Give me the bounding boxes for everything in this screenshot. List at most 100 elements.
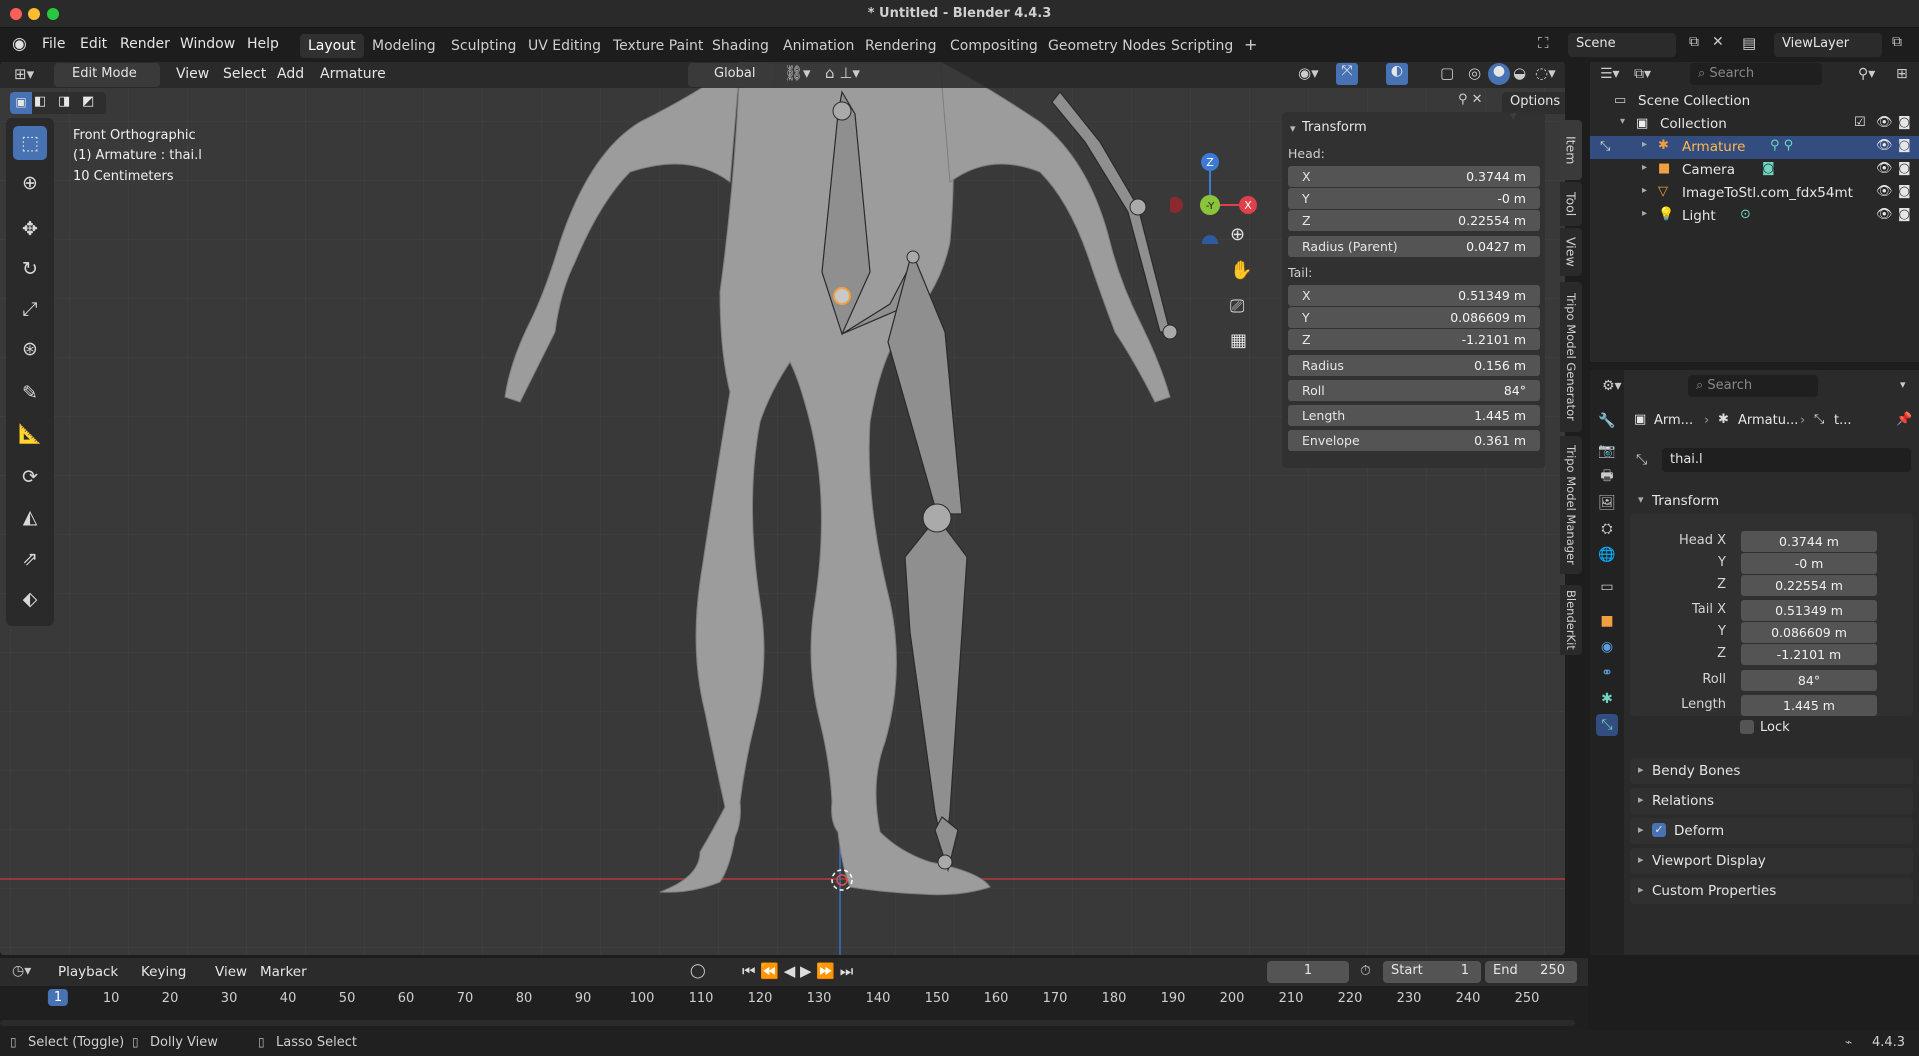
render-properties-icon[interactable]: 📷 [1596, 440, 1618, 462]
sidebar-tab-view[interactable]: View [1560, 228, 1582, 276]
measure-tool-icon[interactable]: 📐 [13, 416, 47, 450]
scale-tool-icon[interactable]: ⤢ [13, 292, 47, 326]
render-camera-icon[interactable]: ◙ [1898, 138, 1911, 153]
workspace-tab-texture-paint[interactable]: Texture Paint [605, 34, 711, 58]
playback-controls-icon[interactable]: ⏮ ⏪ ◀ ▶ ⏩ ⏭ [742, 962, 853, 980]
tail-y-field[interactable]: Y 0.086609 m [1288, 307, 1540, 328]
tool-properties-icon[interactable]: 🔧 [1596, 410, 1618, 432]
sidebar-tab-blenderkit[interactable]: BlenderKit [1560, 585, 1582, 655]
current-frame-input[interactable]: 1 [1267, 961, 1349, 983]
toggle-ortho-grid-icon[interactable]: ▦ [1230, 330, 1247, 351]
filter-icon[interactable]: ⚲▾ [1858, 66, 1875, 82]
visibility-eye-icon[interactable]: 👁 [1876, 161, 1893, 176]
roll-field[interactable]: Roll 84° [1288, 380, 1540, 401]
bone-size-tool-icon[interactable]: ◭ [13, 500, 47, 534]
expand-arrow-icon[interactable]: ▸ [1642, 208, 1647, 219]
scene-collection-row[interactable]: ▭ Scene Collection [1590, 90, 1919, 113]
collapse-arrow-icon[interactable]: ▾ [1290, 122, 1296, 135]
workspace-tab-sculpting[interactable]: Sculpting [443, 34, 524, 58]
visibility-icon[interactable]: ◉▾ [1298, 64, 1319, 82]
visibility-eye-icon[interactable]: 👁 [1876, 138, 1893, 153]
timeline-scrollbar[interactable] [0, 1020, 1575, 1026]
render-camera-icon[interactable]: ◙ [1898, 207, 1911, 222]
new-scene-icon[interactable]: ⧉ [1689, 34, 1699, 50]
bone-properties-icon[interactable]: ⤡ [1596, 714, 1618, 736]
menu-window[interactable]: Window [180, 36, 235, 52]
render-camera-icon[interactable]: ◙ [1898, 184, 1911, 199]
outliner-editor-type-icon[interactable]: ☰▾ [1600, 66, 1620, 82]
blender-logo-icon[interactable]: ◉ [12, 34, 27, 54]
workspace-tab-uv-editing[interactable]: UV Editing [520, 34, 609, 58]
custom-properties-panel-header[interactable]: ▸ Custom Properties [1630, 878, 1913, 904]
transform-tool-icon[interactable]: ⊛ [13, 332, 47, 366]
expand-arrow-icon[interactable]: ▸ [1642, 162, 1647, 173]
world-properties-icon[interactable]: 🌐 [1596, 544, 1618, 566]
options-dropdown[interactable]: Options ▾ [1502, 92, 1565, 124]
snap-icon[interactable]: ⌂ ⊥▾ [825, 64, 860, 82]
camera-view-icon[interactable]: ⎚ [1230, 296, 1244, 317]
menu-file[interactable]: File [42, 36, 65, 52]
outliner-item-light[interactable]: ▸ 💡 Light ⊙ 👁 ◙ [1590, 205, 1919, 228]
exclude-checkbox-icon[interactable]: ☑ [1854, 115, 1866, 130]
menu-render[interactable]: Render [120, 36, 170, 52]
rotate-tool-icon[interactable]: ↻ [13, 252, 47, 286]
viewport-menu-select[interactable]: Select [223, 66, 266, 82]
workspace-tab-animation[interactable]: Animation [775, 34, 862, 58]
options-chevron-icon[interactable]: ▾ [1900, 378, 1906, 391]
delete-scene-icon[interactable]: ✕ [1712, 34, 1724, 50]
new-collection-icon[interactable]: ⊞ [1896, 66, 1908, 82]
sidebar-tab-tool[interactable]: Tool [1560, 182, 1582, 226]
workspace-tab-compositing[interactable]: Compositing [942, 34, 1046, 58]
bone-envelope-tool-icon[interactable]: ⬖ [13, 582, 47, 616]
sidebar-tab-item[interactable]: Item [1560, 120, 1582, 180]
head-z-field[interactable]: Z 0.22554 m [1288, 210, 1540, 231]
sidebar-tab-tripo-generator[interactable]: Tripo Model Generator [1560, 282, 1582, 432]
collection-properties-icon[interactable]: ▭ [1596, 576, 1618, 598]
outliner-item-camera[interactable]: ▸ ■ Camera ◙ 👁 ◙ [1590, 159, 1919, 182]
viewport-menu-armature[interactable]: Armature [320, 66, 386, 82]
output-properties-icon[interactable]: 🖶 [1596, 466, 1618, 488]
viewport-menu-view[interactable]: View [176, 66, 209, 82]
timeline-menu-marker[interactable]: Marker [260, 964, 307, 980]
select-intersect-icon[interactable]: ◩ [82, 94, 94, 109]
armature-data-properties-icon[interactable]: ✱ [1596, 688, 1618, 710]
head-z-input[interactable]: 0.22554 m [1741, 575, 1877, 596]
new-view-layer-icon[interactable]: ⧉ [1892, 34, 1902, 50]
visibility-eye-icon[interactable]: 👁 [1876, 184, 1893, 199]
pivot-point-icon[interactable]: ⛓▾ [784, 64, 811, 82]
overlay-toggle-icon[interactable]: ◐ [1386, 63, 1408, 85]
workspace-tab-rendering[interactable]: Rendering [857, 34, 945, 58]
length-input[interactable]: 1.445 m [1741, 695, 1877, 716]
gizmo-toggle-icon[interactable]: ⤧ [1336, 63, 1358, 85]
timeline-editor-type-icon[interactable]: ◷▾ [12, 963, 31, 979]
expand-arrow-icon[interactable]: ▾ [1620, 116, 1625, 127]
outliner-item-mesh[interactable]: ▸ ▽ ImageToStl.com_fdx54mt 👁 ◙ [1590, 182, 1919, 205]
timeline-menu-playback[interactable]: Playback [58, 964, 118, 980]
render-camera-icon[interactable]: ◙ [1898, 115, 1911, 130]
workspace-tab-layout[interactable]: Layout [300, 34, 364, 58]
menu-edit[interactable]: Edit [80, 36, 107, 52]
cursor-tool-icon[interactable]: ⊕ [13, 166, 47, 200]
auto-keying-icon[interactable]: ◯ [690, 963, 706, 979]
material-shading-icon[interactable]: ◒ [1513, 64, 1526, 82]
length-field[interactable]: Length 1.445 m [1288, 405, 1540, 426]
select-subtract-icon[interactable]: ◨ [58, 94, 70, 109]
roll-tool-icon[interactable]: ⟳ [13, 460, 47, 494]
expand-arrow-icon[interactable]: ▸ [1642, 185, 1647, 196]
preview-range-icon[interactable]: ⏱ [1360, 963, 1371, 979]
tail-y-input[interactable]: 0.086609 m [1741, 622, 1877, 643]
workspace-tab-geometry-nodes[interactable]: Geometry Nodes [1040, 34, 1174, 58]
scene-selector[interactable]: Scene [1568, 33, 1676, 57]
collection-row[interactable]: ▾ ▣ Collection ☑ 👁 ◙ [1590, 113, 1919, 136]
select-set-icon[interactable]: ▣ [10, 92, 32, 114]
editor-type-icon[interactable]: ⊞▾ [14, 65, 34, 83]
expand-arrow-icon[interactable]: ▸ [1642, 139, 1647, 150]
mode-selector[interactable]: Edit Mode [54, 63, 160, 87]
radius-parent-field[interactable]: Radius (Parent) 0.0427 m [1288, 236, 1540, 257]
transform-panel-header[interactable]: ▾ Transform [1630, 488, 1913, 514]
roll-input[interactable]: 84° [1741, 670, 1877, 691]
menu-help[interactable]: Help [247, 36, 279, 52]
visibility-eye-icon[interactable]: 👁 [1876, 115, 1893, 130]
solid-shading-icon[interactable]: ● [1488, 63, 1510, 85]
head-y-input[interactable]: -0 m [1741, 553, 1877, 574]
